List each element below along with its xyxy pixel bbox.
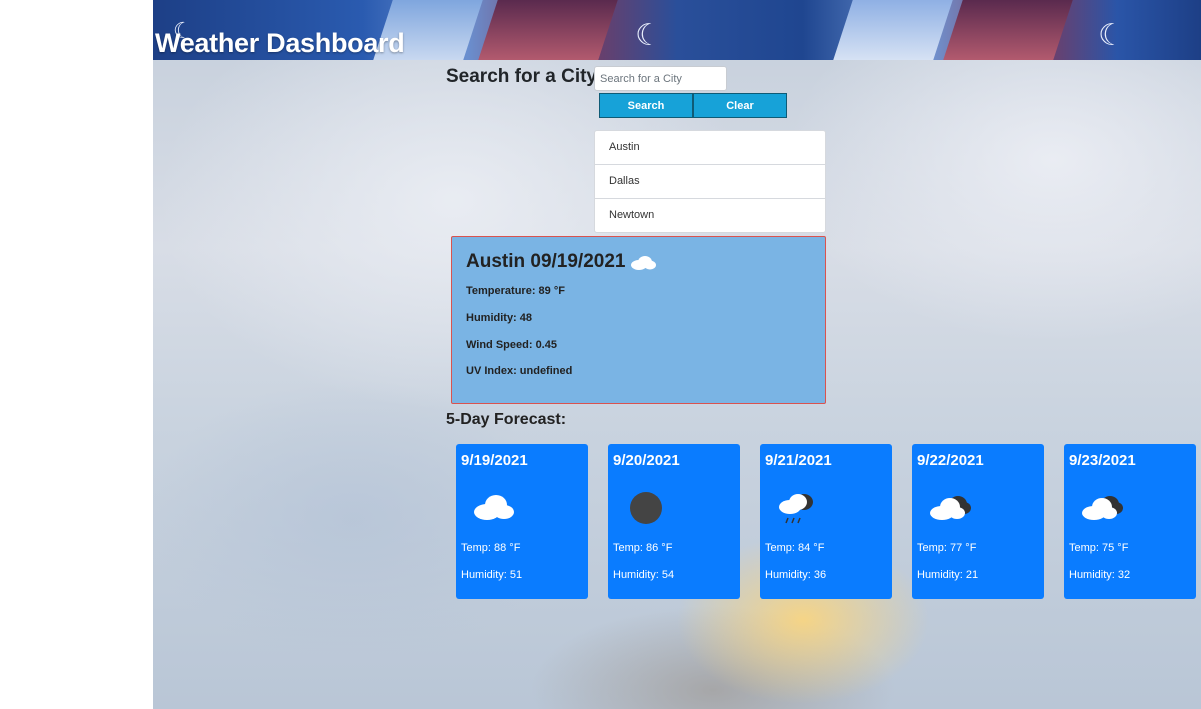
forecast-date: 9/20/2021: [613, 452, 680, 469]
search-input[interactable]: [594, 66, 727, 91]
rain-cloud-icon: [779, 494, 813, 524]
forecast-humidity: Humidity: 32: [1069, 569, 1131, 581]
current-city-date: Austin 09/19/2021: [466, 251, 626, 272]
forecast-date: 9/21/2021: [765, 452, 832, 469]
current-uv-index: UV Index: undefined: [466, 365, 573, 377]
forecast-humidity: Humidity: 36: [765, 569, 827, 581]
forecast-temp: Temp: 86 °F: [613, 542, 673, 554]
search-history-list: Austin Dallas Newtown: [594, 130, 826, 233]
forecast-card: 9/19/2021 Temp: 88 °F Humidity: 51: [456, 444, 588, 599]
moon-icon: ☾: [635, 19, 662, 52]
header-sunset-panel: [478, 0, 618, 60]
forecast-date: 9/19/2021: [461, 452, 528, 469]
history-item-dallas[interactable]: Dallas: [595, 165, 825, 199]
forecast-temp: Temp: 84 °F: [765, 542, 825, 554]
forecast-heading: 5-Day Forecast:: [446, 411, 567, 428]
broken-clouds-icon: [1082, 496, 1123, 520]
header-sunset-panel: [943, 0, 1073, 60]
forecast-card: 9/20/2021 Temp: 86 °F Humidity: 54: [608, 444, 740, 599]
current-humidity: Humidity: 48: [466, 312, 533, 324]
cloud-icon: [474, 495, 514, 520]
header-banner: ☾ ☾ ☾ Weather Dashboard: [153, 0, 1201, 60]
page-title: Weather Dashboard: [155, 28, 405, 58]
current-weather-heading: Austin 09/19/2021: [466, 251, 657, 273]
search-label: Search for a City: [446, 66, 597, 87]
forecast-temp: Temp: 88 °F: [461, 542, 521, 554]
forecast-humidity: Humidity: 21: [917, 569, 979, 581]
history-item-newtown[interactable]: Newtown: [595, 199, 825, 232]
history-item-austin[interactable]: Austin: [595, 131, 825, 165]
forecast-date: 9/22/2021: [917, 452, 984, 469]
moon-icon: ☾: [1098, 19, 1125, 52]
forecast-card: 9/23/2021 Temp: 75 °F Humidity: 32: [1064, 444, 1196, 599]
broken-clouds-icon: [930, 496, 971, 520]
forecast-humidity: Humidity: 54: [613, 569, 675, 581]
forecast-card: 9/21/2021 Temp: 84 °F Humidity: 36: [760, 444, 892, 599]
cloud-icon: [631, 256, 657, 270]
forecast-humidity: Humidity: 51: [461, 569, 523, 581]
forecast-temp: Temp: 75 °F: [1069, 542, 1129, 554]
dark-circle-icon: [630, 492, 662, 524]
forecast-date: 9/23/2021: [1069, 452, 1136, 469]
app-background: ☾ ☾ ☾ Weather Dashboard Search for a Cit…: [153, 0, 1201, 709]
header-sky-panel: [833, 0, 953, 60]
search-button[interactable]: Search: [599, 93, 693, 118]
current-temperature: Temperature: 89 °F: [466, 285, 565, 297]
forecast-temp: Temp: 77 °F: [917, 542, 977, 554]
forecast-card: 9/22/2021 Temp: 77 °F Humidity: 21: [912, 444, 1044, 599]
current-weather-card: Austin 09/19/2021 Temperature: 89 °F Hum…: [451, 236, 826, 404]
clear-button[interactable]: Clear: [693, 93, 787, 118]
current-wind-speed: Wind Speed: 0.45: [466, 339, 557, 351]
